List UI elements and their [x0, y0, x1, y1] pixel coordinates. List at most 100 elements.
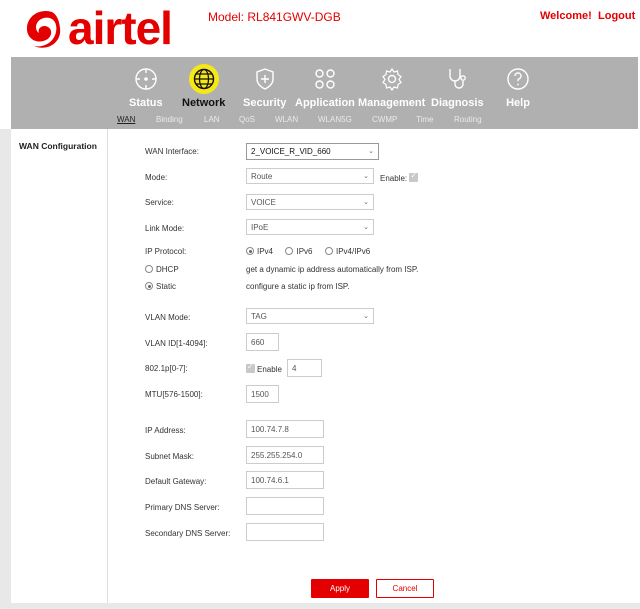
service-label: Service: [145, 198, 174, 207]
nav-management[interactable]: Management [358, 64, 425, 109]
wan-interface-value: 2_VOICE_R_VID_660 [251, 147, 331, 156]
secondary-dns-input[interactable] [246, 523, 324, 541]
sub-nav: WAN Binding LAN QoS WLAN WLAN5G CWMP Tim… [11, 113, 638, 129]
gear-icon [377, 64, 407, 94]
tab-wlan[interactable]: WLAN [275, 115, 298, 124]
stethoscope-icon [442, 64, 472, 94]
secondary-dns-label: Secondary DNS Server: [145, 529, 231, 538]
nav-diagnosis[interactable]: Diagnosis [431, 64, 484, 109]
nav-application[interactable]: Application [295, 64, 355, 109]
sidebar: WAN Configuration [11, 129, 107, 603]
tab-wlan5g[interactable]: WLAN5G [318, 115, 352, 124]
link-mode-select[interactable]: IPoE ⌄ [246, 219, 374, 235]
nav-label-application: Application [295, 97, 355, 109]
bottom-gutter [0, 603, 640, 609]
static-description: configure a static ip from ISP. [246, 282, 350, 291]
nav-network[interactable]: Network [182, 64, 225, 109]
chevron-down-icon: ⌄ [363, 173, 369, 180]
static-label: Static [156, 282, 177, 291]
ipv6-label: IPv6 [296, 247, 313, 256]
gateway-input[interactable]: 100.74.6.1 [246, 471, 324, 489]
tab-cwmp[interactable]: CWMP [372, 115, 397, 124]
enable-label: Enable: [380, 174, 408, 183]
radio-dhcp[interactable] [145, 265, 153, 273]
nav-label-network: Network [182, 97, 226, 109]
chevron-down-icon: ⌄ [363, 224, 369, 231]
chevron-down-icon: ⌄ [368, 148, 374, 155]
link-mode-label: Link Mode: [145, 224, 185, 233]
tab-lan[interactable]: LAN [204, 115, 220, 124]
dhcp-label: DHCP [156, 265, 179, 274]
ip-address-input[interactable]: 100.74.7.8 [246, 420, 324, 438]
tab-binding[interactable]: Binding [156, 115, 183, 124]
help-icon [503, 64, 533, 94]
brand-name: airtel [68, 2, 173, 54]
p8021-enable-label: Enable [257, 365, 282, 374]
nav-label-management: Management [358, 97, 426, 109]
wan-interface-select[interactable]: 2_VOICE_R_VID_660 ⌄ [246, 143, 379, 160]
logout-link[interactable]: Logout [598, 10, 635, 22]
apps-icon [310, 64, 340, 94]
p8021-enable: Enable [246, 362, 282, 374]
tab-qos[interactable]: QoS [239, 115, 255, 124]
p8021-input[interactable]: 4 [287, 359, 322, 377]
nav-label-help: Help [506, 97, 530, 109]
header: airtel Model: RL841GWV-DGB Welcome! Logo… [0, 0, 640, 57]
divider [107, 129, 108, 603]
vlan-id-input[interactable]: 660 [246, 333, 279, 351]
vlan-mode-label: VLAN Mode: [145, 313, 191, 322]
model-label: Model: RL841GWV-DGB [208, 10, 341, 24]
shield-plus-icon [250, 64, 280, 94]
primary-dns-input[interactable] [246, 497, 324, 515]
tab-routing[interactable]: Routing [454, 115, 482, 124]
radio-ipv4[interactable] [246, 247, 254, 255]
mtu-input[interactable]: 1500 [246, 385, 279, 403]
gateway-label: Default Gateway: [145, 477, 207, 486]
mtu-label: MTU[576-1500]: [145, 390, 203, 399]
nav-label-security: Security [243, 97, 287, 109]
tab-time[interactable]: Time [416, 115, 433, 124]
radio-static[interactable] [145, 282, 153, 290]
enable-checkbox[interactable] [409, 171, 419, 182]
mode-label: Mode: [145, 173, 168, 182]
apply-button[interactable]: Apply [311, 579, 369, 598]
primary-dns-label: Primary DNS Server: [145, 503, 220, 512]
airtel-logo-icon [26, 10, 61, 48]
vlan-mode-value: TAG [251, 312, 267, 321]
ipv4-ipv6-label: IPv4/IPv6 [335, 247, 371, 256]
ip-protocol-group: IPv4 IPv6 IPv4/IPv6 [246, 247, 370, 256]
nav-security[interactable]: Security [243, 64, 286, 109]
welcome-text: Welcome! [540, 10, 592, 22]
static-option[interactable]: Static [145, 282, 176, 291]
p8021-enable-checkbox[interactable] [246, 362, 255, 373]
chevron-down-icon: ⌄ [363, 199, 369, 206]
sidebar-title: WAN Configuration [19, 141, 97, 151]
tab-wan[interactable]: WAN [117, 115, 135, 124]
left-gutter [0, 129, 11, 609]
nav-label-status: Status [129, 97, 163, 109]
ipv4-label: IPv4 [257, 247, 274, 256]
service-select[interactable]: VOICE ⌄ [246, 194, 374, 210]
cancel-button[interactable]: Cancel [376, 579, 434, 598]
nav-status[interactable]: Status [129, 64, 163, 109]
subnet-mask-label: Subnet Mask: [145, 452, 194, 461]
radio-ipv4-ipv6[interactable] [324, 247, 333, 255]
chevron-down-icon: ⌄ [363, 313, 369, 320]
airtel-logo: airtel [22, 2, 173, 54]
enable-row: Enable: [380, 171, 420, 183]
vlan-id-label: VLAN ID[1-4094]: [145, 339, 208, 348]
nav-help[interactable]: Help [503, 64, 533, 109]
ip-protocol-label: IP Protocol: [145, 247, 187, 256]
dhcp-description: get a dynamic ip address automatically f… [246, 265, 419, 274]
vlan-mode-select[interactable]: TAG ⌄ [246, 308, 374, 324]
subnet-mask-input[interactable]: 255.255.254.0 [246, 446, 324, 464]
radio-ipv6[interactable] [285, 247, 294, 255]
service-value: VOICE [251, 198, 276, 207]
mode-select[interactable]: Route ⌄ [246, 168, 374, 184]
dhcp-option[interactable]: DHCP [145, 265, 179, 274]
nav-label-diagnosis: Diagnosis [431, 97, 484, 109]
ip-address-label: IP Address: [145, 426, 186, 435]
globe-icon [188, 64, 219, 94]
p8021-label: 802.1p[0-7]: [145, 364, 188, 373]
status-icon [131, 64, 161, 94]
